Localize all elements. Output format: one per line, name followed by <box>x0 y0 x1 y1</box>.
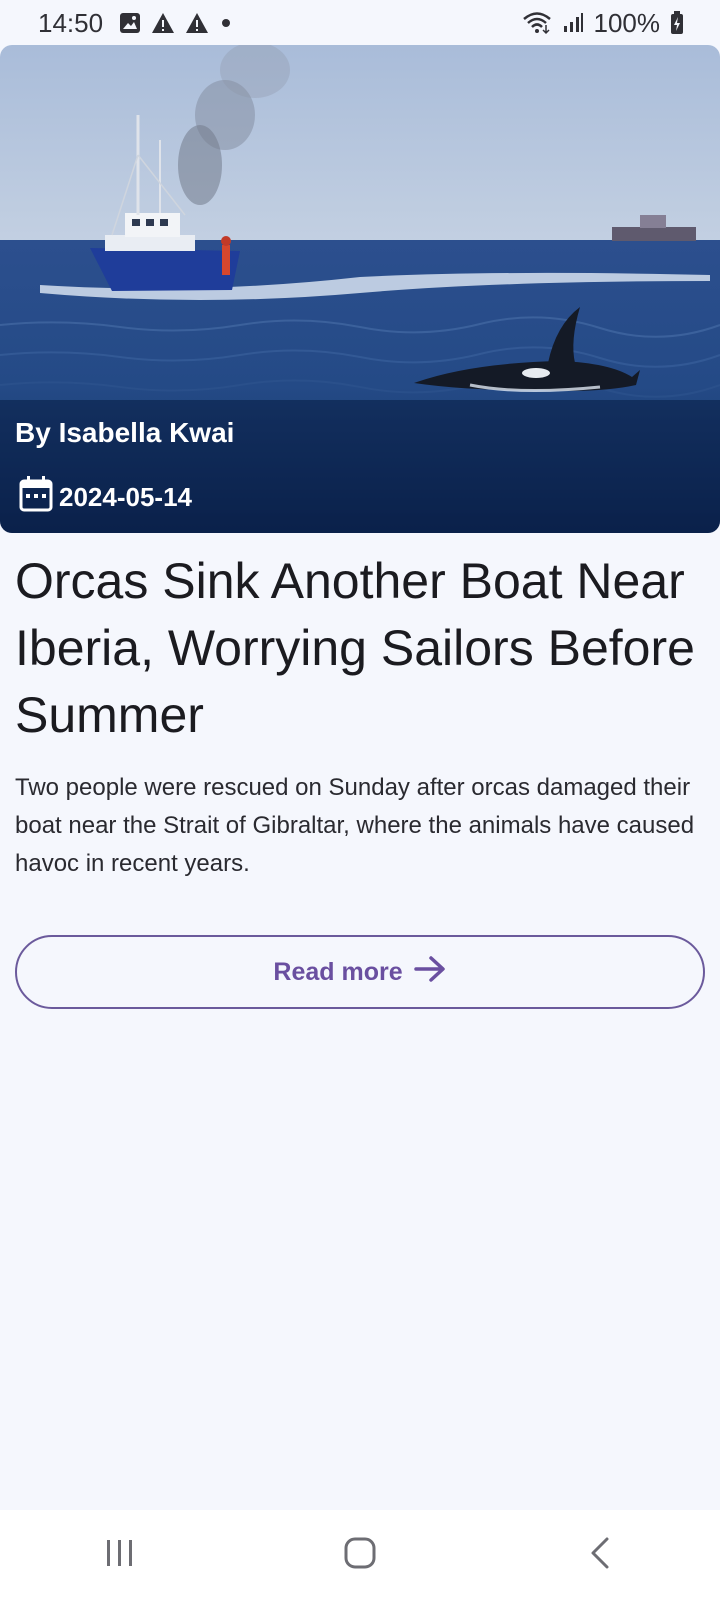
read-more-label: Read more <box>273 957 403 986</box>
status-bar: 14:50 100% <box>0 0 720 46</box>
dot-icon <box>219 16 233 30</box>
back-button[interactable] <box>540 1520 660 1590</box>
home-button[interactable] <box>300 1520 420 1590</box>
status-right: 100% <box>522 8 685 39</box>
read-more-button[interactable]: Read more <box>15 935 705 1009</box>
article-image-card[interactable]: By Isabella Kwai 2024-05-14 <box>0 45 720 533</box>
signal-icon <box>562 12 584 34</box>
arrow-right-icon <box>413 954 447 991</box>
status-time: 14:50 <box>38 7 104 38</box>
article-headline: Orcas Sink Another Boat Near Iberia, Wor… <box>15 553 695 743</box>
recent-apps-icon <box>104 1538 136 1573</box>
back-icon <box>587 1536 613 1575</box>
article-date-row: 2024-05-14 <box>18 475 192 520</box>
warning-icon <box>185 12 209 34</box>
battery-text: 100% <box>593 7 661 38</box>
system-nav-bar <box>0 1510 720 1600</box>
image-icon <box>119 12 141 34</box>
article-date: 2024-05-14 <box>59 482 192 512</box>
article-summary: Two people were rescued on Sunday after … <box>15 774 695 877</box>
recent-apps-button[interactable] <box>60 1520 180 1590</box>
home-icon <box>343 1536 377 1575</box>
wifi-icon <box>522 11 552 35</box>
calendar-icon <box>18 475 54 520</box>
article-author: By Isabella Kwai <box>15 417 235 448</box>
battery-charging-icon <box>670 11 684 35</box>
status-left: 14:50 <box>38 8 233 39</box>
warning-icon <box>151 12 175 34</box>
